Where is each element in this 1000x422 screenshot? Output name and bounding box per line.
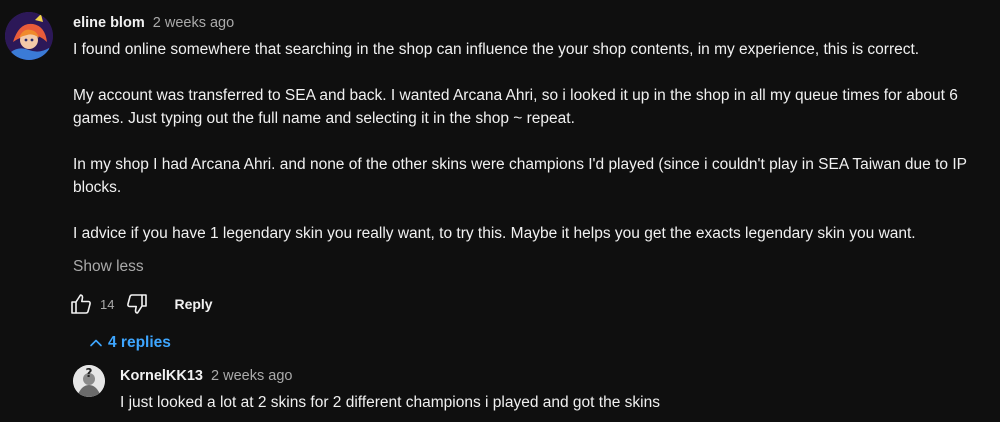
chevron-up-icon bbox=[88, 335, 104, 351]
show-less-button[interactable]: Show less bbox=[73, 256, 144, 278]
replies-count-label: 4 replies bbox=[108, 334, 171, 351]
dislike-button[interactable] bbox=[124, 291, 150, 317]
reply-header: KornelKK13 2 weeks ago bbox=[120, 366, 292, 386]
comment-header: eline blom 2 weeks ago bbox=[73, 13, 234, 33]
thumbs-up-icon bbox=[71, 294, 91, 314]
comment-body: I found online somewhere that searching … bbox=[73, 38, 993, 245]
anime-avatar-icon bbox=[5, 12, 53, 60]
reply-body: I just looked a lot at 2 skins for 2 dif… bbox=[120, 394, 660, 411]
reply-author[interactable]: KornelKK13 bbox=[120, 368, 203, 384]
comment-paragraph: In my shop I had Arcana Ahri. and none o… bbox=[73, 156, 967, 196]
thumbs-down-icon bbox=[127, 294, 148, 314]
comment-paragraph: My account was transferred to SEA and ba… bbox=[73, 87, 958, 127]
comment-author[interactable]: eline blom bbox=[73, 15, 145, 31]
like-count: 14 bbox=[100, 296, 115, 312]
replies-toggle-button[interactable]: 4 replies bbox=[88, 332, 171, 354]
comment-actions: 14 Reply bbox=[68, 291, 213, 317]
svg-text:?: ? bbox=[86, 366, 93, 380]
like-button[interactable] bbox=[68, 291, 94, 317]
comment-timestamp[interactable]: 2 weeks ago bbox=[153, 15, 234, 31]
question-mark-avatar-icon: ? bbox=[73, 365, 105, 397]
reply-button[interactable]: Reply bbox=[174, 296, 212, 312]
reply-author-avatar[interactable]: ? bbox=[73, 365, 105, 397]
author-avatar[interactable] bbox=[5, 12, 53, 60]
comment-paragraph: I advice if you have 1 legendary skin yo… bbox=[73, 225, 916, 242]
comment-paragraph: I found online somewhere that searching … bbox=[73, 41, 920, 58]
reply-timestamp[interactable]: 2 weeks ago bbox=[211, 368, 292, 384]
